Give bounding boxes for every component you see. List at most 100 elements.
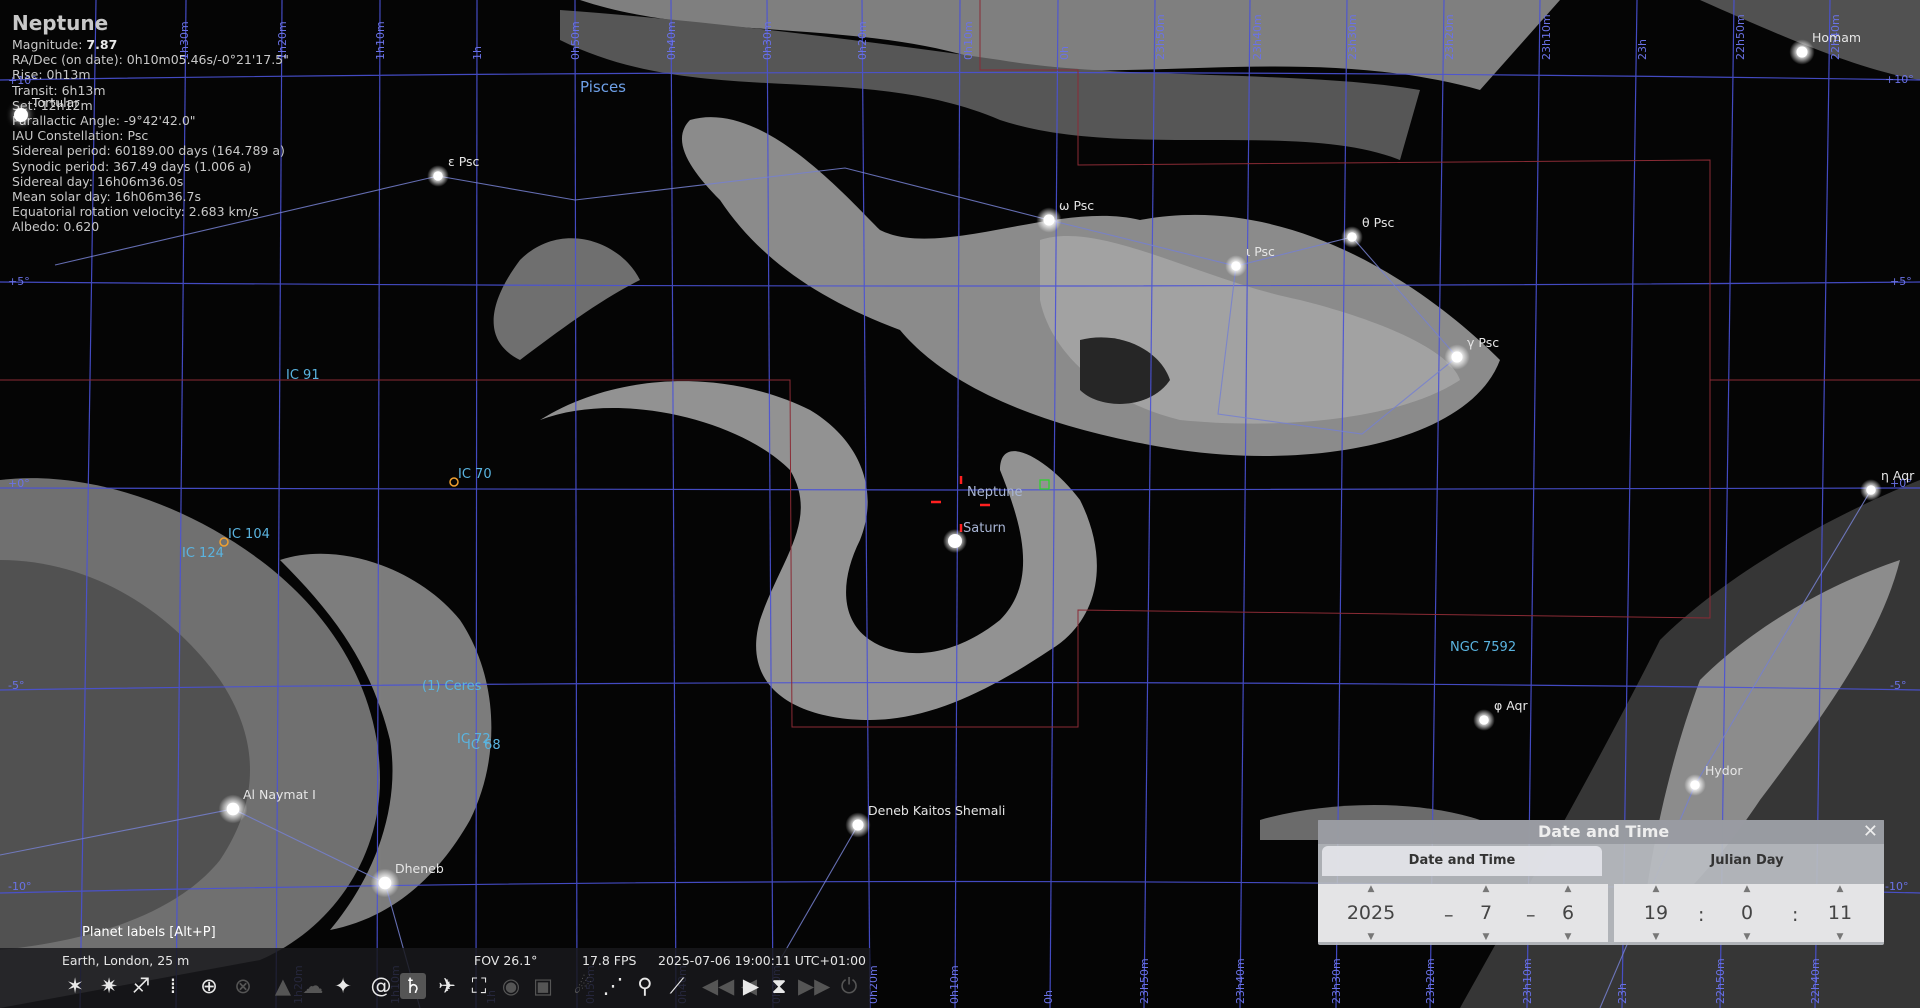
date-time-window[interactable]: Date and Time ✕ Date and Time Julian Day… [1318, 820, 1884, 945]
constellation-boundaries-icon[interactable]: ⁞ [160, 973, 186, 999]
play-icon[interactable]: ▶ [738, 973, 764, 999]
dec-label: -5° [1890, 679, 1906, 692]
fps-status: 17.8 FPS [582, 953, 637, 968]
star[interactable] [433, 171, 443, 181]
datetime-status[interactable]: 2025-07-06 19:00:11 UTC+01:00 [658, 953, 866, 968]
minute-spinner[interactable]: ▲ 0 ▼ [1723, 884, 1771, 942]
decrement-icon[interactable]: ▼ [1462, 932, 1510, 942]
close-icon[interactable]: ✕ [1863, 821, 1878, 842]
cardinal-points-icon[interactable]: ✦ [330, 973, 356, 999]
night-mode-icon[interactable]: ◉ [498, 973, 524, 999]
star[interactable] [1043, 214, 1055, 226]
increment-icon[interactable]: ▲ [1336, 884, 1406, 894]
search-icon[interactable]: ⚲ [632, 973, 658, 999]
star[interactable] [1451, 351, 1463, 363]
ra-label: 0h10m [962, 21, 975, 60]
star-label: φ Aqr [1494, 698, 1528, 713]
planet-labels-icon[interactable]: ♄ [400, 973, 426, 999]
star-tortular[interactable] [14, 108, 28, 122]
magnitude-line: Magnitude: 7.87 [12, 37, 118, 52]
constellation-art-icon[interactable]: ♐ [128, 973, 154, 999]
ra-label: 23h10m [1521, 958, 1534, 1004]
deep-sky-marker[interactable] [449, 477, 459, 487]
star-label: Hydor [1705, 763, 1743, 778]
star-label: Al Naymat I [243, 787, 316, 802]
ground-icon[interactable]: ▲ [270, 973, 296, 999]
increment-icon[interactable]: ▲ [1816, 884, 1864, 894]
dec-label: +10° [1885, 73, 1914, 86]
star-label: γ Psc [1467, 335, 1499, 350]
hour-spinner[interactable]: ▲ 19 ▼ [1632, 884, 1680, 942]
star-label: ι Psc [1246, 244, 1275, 259]
constellation-labels-icon[interactable]: ✷ [96, 973, 122, 999]
ra-label: 23h10m [1540, 14, 1553, 60]
fast-forward-icon[interactable]: ▶▶ [798, 973, 830, 999]
month-spinner[interactable]: ▲ 7 ▼ [1462, 884, 1510, 942]
star[interactable] [226, 802, 240, 816]
date-time-title: Date and Time [1538, 822, 1670, 841]
satellites-icon[interactable]: ✈ [434, 973, 460, 999]
star[interactable] [1690, 780, 1700, 790]
ra-label: 23h20m [1443, 14, 1456, 60]
time-separator: : [1792, 904, 1799, 926]
dec-label: -10° [1885, 880, 1908, 893]
atmosphere-icon[interactable]: ☁ [300, 973, 326, 999]
planet-saturn[interactable] [948, 534, 962, 548]
ra-label: 1h10m [374, 21, 387, 60]
second-spinner[interactable]: ▲ 11 ▼ [1816, 884, 1864, 942]
ra-label: 0h [1042, 990, 1055, 1004]
year-spinner[interactable]: ▲ 2025 ▼ [1336, 884, 1406, 942]
increment-icon[interactable]: ▲ [1462, 884, 1510, 894]
meteor-icon[interactable]: ☄ [570, 973, 596, 999]
ra-label: 1h [471, 46, 484, 60]
dec-label: +5° [1890, 275, 1912, 288]
full-screen-icon[interactable]: ⛶ [466, 973, 492, 999]
azimuthal-grid-icon[interactable]: ⊗ [230, 973, 256, 999]
tab-julian-day[interactable]: Julian Day [1616, 846, 1878, 876]
deep-sky-icon[interactable]: @ [368, 973, 394, 999]
planet-label: Neptune [967, 485, 1023, 500]
dec-label: -10° [8, 880, 31, 893]
equatorial-grid-icon[interactable]: ⊕ [196, 973, 222, 999]
constellation-lines-icon[interactable]: ✶ [62, 973, 88, 999]
ra-label: 23h [1616, 983, 1629, 1004]
decrement-icon[interactable]: ▼ [1816, 932, 1864, 942]
star-label: θ Psc [1362, 215, 1394, 230]
dec-label: +5° [8, 275, 30, 288]
info-line: IAU Constellation: Psc [12, 128, 149, 144]
star[interactable] [852, 819, 864, 831]
planet-label: Saturn [963, 521, 1006, 536]
rewind-icon[interactable]: ◀◀ [702, 973, 734, 999]
location-status[interactable]: Earth, London, 25 m [62, 953, 189, 968]
increment-icon[interactable]: ▲ [1723, 884, 1771, 894]
ra-label: 23h50m [1138, 958, 1151, 1004]
time-separator: : [1698, 904, 1705, 926]
constellation-name: Pisces [580, 78, 626, 96]
ra-label: 0h10m [948, 965, 961, 1004]
telescope-icon[interactable]: ⟋ [664, 973, 690, 999]
star[interactable] [1866, 485, 1876, 495]
increment-icon[interactable]: ▲ [1544, 884, 1592, 894]
star[interactable] [1479, 715, 1489, 725]
forward-icon[interactable]: ⧗ [766, 973, 792, 999]
ra-label: 22h50m [1714, 958, 1727, 1004]
increment-icon[interactable]: ▲ [1632, 884, 1680, 894]
star-label-tortular: Tortular [32, 95, 80, 110]
exoplanet-icon[interactable]: ⋰ [600, 973, 626, 999]
ra-label: 23h [1636, 39, 1649, 60]
decrement-icon[interactable]: ▼ [1336, 932, 1406, 942]
deep-sky-label: IC 124 [182, 546, 224, 561]
star[interactable] [1231, 261, 1241, 271]
decrement-icon[interactable]: ▼ [1544, 932, 1592, 942]
ocular-icon[interactable]: ▣ [530, 973, 556, 999]
tab-date-time[interactable]: Date and Time [1322, 846, 1602, 876]
quit-icon[interactable]: ⏻ [836, 973, 862, 999]
star[interactable] [378, 876, 392, 890]
decrement-icon[interactable]: ▼ [1632, 932, 1680, 942]
star[interactable] [1796, 46, 1808, 58]
day-spinner[interactable]: ▲ 6 ▼ [1544, 884, 1592, 942]
star[interactable] [1347, 232, 1357, 242]
decrement-icon[interactable]: ▼ [1723, 932, 1771, 942]
ra-label: 23h30m [1330, 958, 1343, 1004]
deep-sky-label: IC 68 [467, 738, 501, 753]
